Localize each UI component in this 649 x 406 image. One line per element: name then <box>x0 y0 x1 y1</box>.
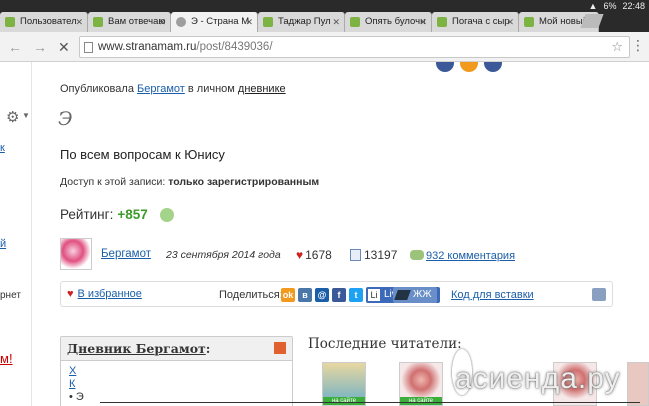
close-icon[interactable]: ✕ <box>419 12 427 32</box>
new-tab-button[interactable] <box>580 14 604 28</box>
post-text: По всем вопросам к Юнису <box>60 147 225 162</box>
clock: 22:48 <box>622 1 645 11</box>
rating-value: +857 <box>117 207 148 222</box>
pencil-icon <box>394 290 411 300</box>
site-favicon-icon <box>437 17 447 27</box>
access-line: Доступ к этой записи: только зарегистрир… <box>60 176 320 188</box>
loading-icon <box>176 17 186 27</box>
rating: Рейтинг: +857 <box>60 207 148 222</box>
diary-box-header: Дневник Бергамот: <box>61 337 292 361</box>
diary-link-item[interactable]: К <box>69 378 284 391</box>
diary-link[interactable]: дневнике <box>238 83 286 95</box>
favorites-button[interactable]: ♥ В избранное <box>67 288 142 300</box>
embed-code-link[interactable]: Код для вставки <box>451 289 534 301</box>
address-bar[interactable]: www.stranamam.ru/post/8439036/ ☆ <box>79 36 630 58</box>
online-badge: на сайте <box>323 397 365 405</box>
tab-0[interactable]: Пользовател ✕ <box>0 12 88 32</box>
diary-links: Х К • Э <box>61 361 292 406</box>
browser-top-bar: ▲ 6% 22:48 Пользовател ✕ Вам отвечаю ✕ Э -… <box>0 0 649 32</box>
likes-count[interactable]: ♥ 1678 <box>296 248 332 262</box>
left-sidebar: ⚙ ▼ к й рнет м! <box>0 62 32 406</box>
sidebar-link[interactable]: к <box>0 142 5 154</box>
comments-icon <box>410 250 424 260</box>
gear-icon[interactable]: ⚙ <box>6 108 19 126</box>
wifi-icon: ▲ <box>588 1 598 11</box>
tab-4[interactable]: Опять булочн ✕ <box>345 12 432 32</box>
views-count: 13197 <box>350 248 397 262</box>
close-icon[interactable]: ✕ <box>332 12 340 32</box>
heart-icon: ♥ <box>67 288 74 300</box>
avatar[interactable] <box>60 238 92 270</box>
liveinternet-icon: Li <box>368 289 380 301</box>
tab-2-active[interactable]: Э - Страна М ✕ <box>171 12 258 32</box>
post-date: 23 сентября 2014 года <box>166 249 281 261</box>
close-icon[interactable]: ✕ <box>158 12 166 32</box>
reader-avatar[interactable] <box>627 362 649 406</box>
published-line: Опубликовала Бергамот в личном дневнике <box>60 83 286 95</box>
tab-3[interactable]: Таджар Пул ✕ <box>258 12 345 32</box>
social-icon[interactable] <box>436 62 454 72</box>
menu-icon[interactable]: ⋮ <box>631 38 645 52</box>
print-icon[interactable] <box>592 288 606 301</box>
close-icon[interactable]: ✕ <box>245 12 253 32</box>
odnoklassniki-icon[interactable]: ok <box>281 288 295 302</box>
site-favicon-icon <box>524 17 534 27</box>
chevron-down-icon: ▼ <box>22 111 30 120</box>
diary-link-item[interactable]: Х <box>69 365 284 378</box>
comments-count[interactable]: 932 комментария <box>410 248 515 262</box>
page-icon <box>84 42 93 53</box>
divider <box>100 402 640 403</box>
battery-level: 6% <box>603 1 617 11</box>
stop-icon[interactable]: ✕ <box>58 39 70 56</box>
diary-box: Дневник Бергамот: Х К • Э <box>60 336 293 406</box>
reader-avatar[interactable]: на сайте <box>322 362 366 406</box>
heart-icon: ♥ <box>296 248 304 262</box>
share-label: Поделиться: <box>219 289 283 301</box>
url-domain: www.stranamam.ru <box>98 41 197 53</box>
rate-up-icon[interactable] <box>160 208 174 222</box>
site-favicon-icon <box>93 17 103 27</box>
site-favicon-icon <box>5 17 15 27</box>
social-icon[interactable] <box>460 62 478 72</box>
close-icon[interactable]: ✕ <box>75 12 83 32</box>
sidebar-link[interactable]: й <box>0 238 6 250</box>
tab-1[interactable]: Вам отвечаю ✕ <box>88 12 171 32</box>
online-badge: на сайте <box>400 397 442 405</box>
back-arrow-icon[interactable]: ← <box>8 39 22 55</box>
readers-title: Последние читатели: <box>308 336 462 352</box>
post-title: Э <box>58 108 73 130</box>
tab-5[interactable]: Погача с сыр ✕ <box>432 12 519 32</box>
url-path: /post/8439036/ <box>196 41 273 53</box>
social-icon[interactable] <box>484 62 502 72</box>
site-favicon-icon <box>263 17 273 27</box>
access-value: только зарегистрированным <box>168 176 320 188</box>
author-name-link[interactable]: Бергамот <box>101 248 151 260</box>
mailru-icon[interactable]: @ <box>315 288 329 302</box>
author-link[interactable]: Бергамот <box>137 83 185 95</box>
facebook-icon[interactable]: f <box>332 288 346 302</box>
diary-box-title[interactable]: Дневник Бергамот <box>67 341 206 356</box>
watermark: асиенда.ру <box>455 362 621 395</box>
sidebar-red-link[interactable]: м! <box>0 351 13 366</box>
diary-list-item: • Э <box>69 391 84 403</box>
site-favicon-icon <box>350 17 360 27</box>
social-circles <box>436 62 502 72</box>
bookmark-star-icon[interactable]: ☆ <box>611 37 623 57</box>
livejournal-button[interactable]: ЖЖ <box>393 287 438 303</box>
vk-icon[interactable]: в <box>298 288 312 302</box>
page-content: ⚙ ▼ к й рнет м! Опубликовала Бергамот в … <box>0 62 649 406</box>
share-bar: ♥В избранное Поделиться: ok в @ f t LiLi… <box>60 281 613 307</box>
sidebar-text: рнет <box>0 290 21 301</box>
status-bar: ▲ 6% 22:48 <box>589 0 645 12</box>
flag-icon <box>274 342 286 354</box>
close-icon[interactable]: ✕ <box>506 12 514 32</box>
reader-avatar[interactable]: на сайте <box>399 362 443 406</box>
views-icon <box>350 249 361 261</box>
browser-toolbar: ← → ✕ www.stranamam.ru/post/8439036/ ☆ ⋮ <box>0 32 649 62</box>
forward-arrow-icon[interactable]: → <box>33 39 47 55</box>
twitter-icon[interactable]: t <box>349 288 363 302</box>
